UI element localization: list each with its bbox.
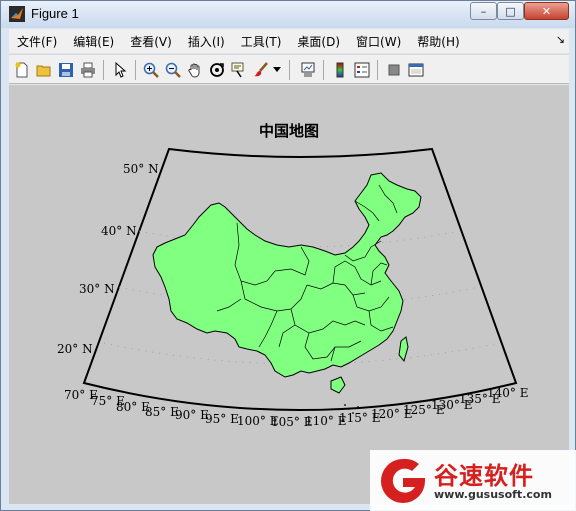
maximize-icon: □ (505, 4, 516, 18)
dropdown-arrow-icon[interactable] (271, 60, 283, 80)
menu-tools[interactable]: 工具(T) (233, 33, 290, 50)
toolbar-separator (289, 60, 290, 80)
menu-bar: 文件(F) 编辑(E) 查看(V) 插入(I) 工具(T) 桌面(D) 窗口(W… (9, 29, 569, 53)
brush-icon[interactable] (251, 60, 271, 80)
save-icon[interactable] (56, 60, 76, 80)
figure-window: Figure 1 – □ ✕ 文件(F) 编辑(E) 查看(V) 插入(I) 工… (0, 0, 576, 511)
menu-file[interactable]: 文件(F) (9, 33, 65, 50)
close-icon: ✕ (541, 4, 552, 18)
zoom-in-icon[interactable] (141, 60, 161, 80)
lat-label-20: 20° N (57, 342, 93, 356)
show-plot-tools-icon[interactable] (406, 60, 426, 80)
toolbar-separator (135, 60, 136, 80)
maximize-button[interactable]: □ (497, 2, 524, 20)
map-axes[interactable]: 50° N 40° N 30° N 20° N 70° E 75° E 80° … (9, 85, 569, 504)
lat-label-50: 50° N (123, 162, 159, 176)
minimize-icon: – (480, 4, 487, 18)
pan-hand-icon[interactable] (185, 60, 205, 80)
new-figure-icon[interactable] (12, 60, 32, 80)
lat-label-30: 30° N (79, 282, 115, 296)
lon-label-95: 95° E (205, 412, 239, 426)
dock-figure-icon[interactable]: ↘ (556, 33, 565, 46)
zoom-out-icon[interactable] (163, 60, 183, 80)
toolbar-separator (323, 60, 324, 80)
menu-desktop[interactable]: 桌面(D) (289, 33, 348, 50)
watermark: 谷速软件 www.gususoft.com (370, 450, 576, 511)
menu-help[interactable]: 帮助(H) (409, 33, 467, 50)
title-bar[interactable]: Figure 1 – □ ✕ (1, 1, 575, 28)
minimize-button[interactable]: – (470, 2, 497, 20)
lat-label-40: 40° N (101, 224, 137, 238)
figure-canvas[interactable]: 中国地图 50° N 40° N 30° N 20° N 70° E 75° E… (9, 85, 569, 504)
toolbar-separator (103, 60, 104, 80)
colorbar-icon[interactable] (330, 60, 350, 80)
watermark-url: www.gususoft.com (434, 488, 552, 501)
close-button[interactable]: ✕ (524, 2, 569, 20)
lon-label-90: 90° E (175, 408, 209, 422)
menu-window[interactable]: 窗口(W) (348, 33, 409, 50)
menu-insert[interactable]: 插入(I) (180, 33, 233, 50)
link-plot-icon[interactable] (298, 60, 318, 80)
print-icon[interactable] (78, 60, 98, 80)
legend-icon[interactable] (352, 60, 372, 80)
watermark-brand: 谷速软件 (434, 462, 534, 490)
toolbar-separator (377, 60, 378, 80)
open-file-icon[interactable] (34, 60, 54, 80)
gususoft-logo-icon (381, 458, 425, 503)
lon-label-85: 85° E (145, 405, 179, 419)
data-cursor-icon[interactable] (229, 60, 249, 80)
figure-toolbar (9, 54, 569, 84)
hide-plot-tools-icon[interactable] (384, 60, 404, 80)
select-arrow-icon[interactable] (110, 60, 130, 80)
window-title: Figure 1 (31, 6, 79, 21)
menu-edit[interactable]: 编辑(E) (65, 33, 122, 50)
menu-view[interactable]: 查看(V) (122, 33, 180, 50)
rotate-3d-icon[interactable] (207, 60, 227, 80)
lon-label-140: 140° E (487, 386, 528, 400)
matlab-logo-icon (9, 6, 25, 22)
